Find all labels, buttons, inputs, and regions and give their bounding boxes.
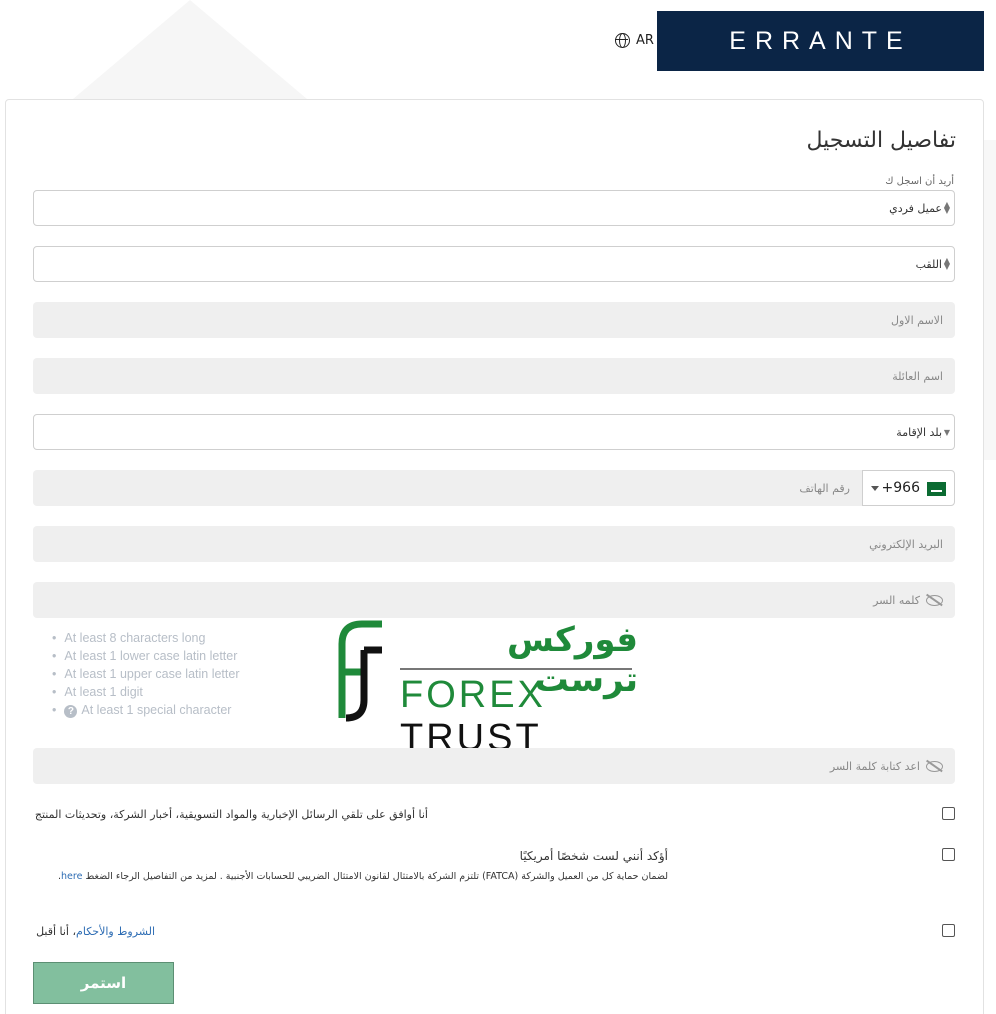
password-rule: At least 8 characters long — [52, 629, 240, 647]
terms-link[interactable]: الشروط والأحكام — [76, 925, 155, 938]
chevron-down-icon: ▼ — [943, 428, 950, 437]
first-name-placeholder: الاسم الاول — [891, 313, 943, 327]
country-value: بلد الإقامة — [896, 425, 942, 439]
page-title: تفاصيل التسجيل — [806, 128, 956, 153]
salutation-select[interactable]: اللقب ▲ ▼ — [33, 246, 955, 282]
password-rule: At least 1 upper case latin letter — [52, 665, 239, 683]
language-code: AR — [636, 33, 654, 48]
country-select[interactable]: بلد الإقامة ▼ — [33, 414, 955, 450]
confirm-password-placeholder: اعد كتابة كلمة السر — [829, 759, 920, 773]
language-selector[interactable]: AR — [615, 33, 654, 48]
brand-logo-text: ERRANTE — [729, 26, 912, 55]
watermark-forex: FOREX — [400, 674, 546, 716]
select-arrows-icon: ▲ ▼ — [943, 256, 950, 271]
password-rule: At least 1 digit — [52, 683, 240, 701]
eye-off-icon[interactable] — [926, 594, 943, 606]
last-name-input[interactable]: اسم العائلة — [33, 358, 955, 394]
register-as-label: أريد أن اسجل ك — [885, 176, 954, 187]
email-placeholder: البريد الإلكتروني — [869, 537, 943, 551]
first-name-input[interactable]: الاسم الاول — [33, 302, 955, 338]
password-rule-text: At least 1 special character — [81, 703, 232, 717]
forex-trust-logo-icon — [338, 620, 382, 722]
brand-logo: ERRANTE — [657, 11, 984, 71]
phone-input[interactable]: رقم الهاتف — [33, 470, 862, 506]
fatca-here-link[interactable]: here — [61, 871, 82, 882]
terms-checkbox[interactable] — [942, 924, 955, 937]
dial-code: +966 — [881, 480, 920, 496]
country-code-dropdown[interactable]: +966 — [862, 470, 955, 506]
email-input[interactable]: البريد الإلكتروني — [33, 526, 955, 562]
continue-button[interactable]: استمر — [33, 962, 174, 1004]
eye-off-icon[interactable] — [926, 760, 943, 772]
terms-accept-text: أنا أقبل — [36, 925, 69, 938]
phone-placeholder: رقم الهاتف — [799, 481, 850, 495]
salutation-value: اللقب — [915, 257, 942, 271]
marketing-consent-label: أنا أوافق على تلقي الرسائل الإخبارية وال… — [34, 808, 428, 821]
password-input[interactable]: كلمه السر — [33, 582, 955, 618]
saudi-flag-icon — [927, 482, 946, 496]
password-rules: At least 8 characters long At least 1 lo… — [52, 629, 240, 719]
registration-page: AR ERRANTE تفاصيل التسجيل أريد أن اسجل ك… — [0, 0, 996, 1014]
confirm-password-input[interactable]: اعد كتابة كلمة السر — [33, 748, 955, 784]
us-person-label: أؤكد أنني لست شخصًا أمريكيًا — [519, 849, 668, 863]
terms-label: الشروط والأحكام، أنا أقبل — [36, 925, 155, 938]
account-type-value: عميل فردي — [889, 201, 942, 215]
password-rule-special: ?At least 1 special character — [52, 701, 240, 719]
last-name-placeholder: اسم العائلة — [892, 369, 943, 383]
password-placeholder: كلمه السر — [873, 593, 920, 607]
us-person-checkbox[interactable] — [942, 848, 955, 861]
watermark-divider — [400, 668, 632, 670]
globe-icon — [615, 33, 630, 48]
background-triangle — [60, 0, 320, 110]
forex-trust-watermark: فوركس ترست FOREX TRUST — [338, 620, 638, 759]
fatca-note-text: لضمان حماية كل من العميل والشركة (FATCA)… — [85, 871, 668, 882]
marketing-consent-checkbox[interactable] — [942, 807, 955, 820]
caret-down-icon — [871, 486, 879, 491]
help-icon[interactable]: ? — [64, 705, 78, 718]
password-rule: At least 1 lower case latin letter — [52, 647, 240, 665]
account-type-select[interactable]: عميل فردي ▲ ▼ — [33, 190, 955, 226]
select-arrows-icon: ▲ ▼ — [943, 200, 950, 215]
fatca-note: لضمان حماية كل من العميل والشركة (FATCA)… — [57, 871, 668, 882]
